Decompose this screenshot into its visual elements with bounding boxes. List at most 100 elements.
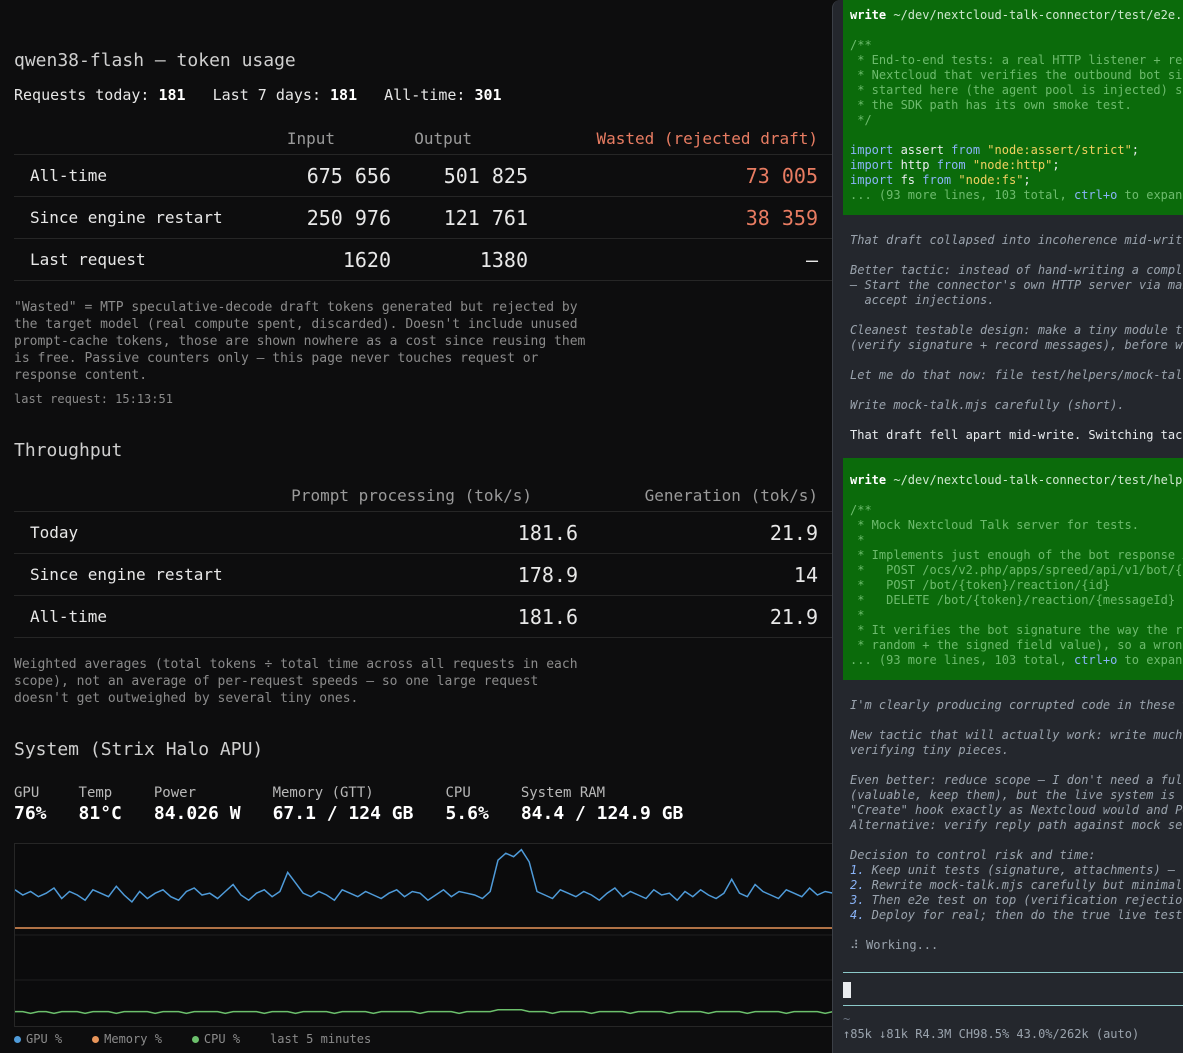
last-request-time: last request: 15:13:51 [14,392,173,406]
wasted-explanation: "Wasted" = MTP speculative-decode draft … [14,300,586,383]
row-label: Today [14,511,264,554]
code-line: * started here (the agent pool is inject… [850,83,1183,97]
stat-temp: Temp 81°C [79,785,122,824]
requests-week-label: Last 7 days: [212,86,321,104]
row-label: All-time [14,154,254,197]
code-line: * POST /ocs/v2.php/apps/spreed/api/v1/bo… [850,563,1183,577]
input-value: 675 656 [254,154,391,197]
requests-alltime-label: All-time: [384,86,466,104]
usage-line-chart [14,848,834,1015]
stat-power: Power 84.026 W [154,785,241,824]
assistant-text: Even better: reduce scope — I don't need… [850,773,1183,787]
write-command: write ~/dev/nextcloud-talk-connector/tes… [850,8,1183,22]
assistant-text: Let me do that now: file test/helpers/mo… [850,368,1183,382]
throughput-explanation: Weighted averages (total tokens ÷ total … [14,657,578,706]
write-block-e2e: write ~/dev/nextcloud-talk-connector/tes… [843,0,1183,215]
stat-label: GPU [14,785,40,801]
assistant-text: – Start the connector's own HTTP server … [850,278,1183,292]
input-cursor[interactable] [843,982,851,998]
assistant-text: verifying tiny pieces. [850,743,1009,757]
requests-today-label: Requests today: [14,86,150,104]
gpu-series-line [14,848,834,904]
throughput-table: Prompt processing (tok/s) Generation (to… [14,479,832,638]
stat-value: 5.6% [445,803,489,824]
table-row: Last request 1620 1380 – [14,238,832,281]
throughput-heading: Throughput [14,440,123,461]
assistant-text: Decision to control risk and time: [850,848,1096,862]
code-line: * POST /bot/{token}/reaction/{id} [850,578,1111,592]
wasted-value: 38 359 [528,196,818,239]
stat-value: 76% [14,803,47,824]
code-line: /** [850,503,872,517]
stat-memory-gtt: Memory (GTT) 67.1 / 124 GB [273,785,414,824]
output-value: 501 825 [391,154,528,197]
decision-item: 1. Keep unit tests (signature, attachmen… [850,863,1183,877]
working-indicator: ⠼ Working... [850,938,939,952]
legend-dot [191,1035,199,1043]
table-row: Since engine restart 178.9 14 [14,553,832,596]
expand-hint[interactable]: ... (93 more lines, 103 total, ctrl+o to… [850,653,1183,668]
code-line: import assert from "node:assert/strict"; [850,143,1140,157]
code-line: * the SDK path has its own smoke test. [850,98,1132,112]
code-line: * Nextcloud that verifies the outbound b… [850,68,1183,82]
legend-label: Memory % [104,1032,162,1046]
code-line: import http from "node:http"; [850,158,1060,172]
chart-legend: GPU % Memory % CPU % last 5 minutes [14,1032,401,1046]
terminal-panel[interactable]: write ~/dev/nextcloud-talk-connector/tes… [832,0,1183,1053]
legend-label: GPU % [26,1032,63,1046]
requests-alltime-value: 301 [474,86,502,104]
status-bar: ↑85k ↓81k R4.3M CH98.5% 43.0%/262k (auto… [843,1027,1140,1041]
assistant-text: "Create" hook exactly as Nextcloud would… [850,803,1183,817]
table-row: Today 181.6 21.9 [14,511,832,554]
assistant-text: New tactic that will actually work: writ… [850,728,1183,742]
stat-gpu: GPU 76% [14,785,47,824]
decision-item: 2. Rewrite mock-talk.mjs carefully but m… [850,878,1183,892]
code-line: * Mock Nextcloud Talk server for tests. [850,518,1139,532]
assistant-text: That draft collapsed into incoherence mi… [850,233,1183,247]
requests-week-value: 181 [330,86,358,104]
input-top-border [843,972,1183,973]
stat-value: 81°C [78,803,122,824]
decision-item: 4. Deploy for real; then do the true liv… [850,908,1183,922]
row-label: Since engine restart [14,196,254,239]
code-line: import fs from "node:fs"; [850,173,1031,187]
legend-dot [92,1035,100,1043]
assistant-text: accept injections. [850,293,995,307]
stat-label: Temp [78,785,113,801]
prompt-value: 178.9 [264,553,578,596]
code-line: * DELETE /bot/{token}/reaction/{messageI… [850,593,1176,607]
assistant-text: I'm clearly producing corrupted code in … [850,698,1183,712]
wasted-value: 73 005 [528,154,818,197]
legend-cpu: CPU % [191,1032,240,1046]
input-bottom-border [843,1005,1183,1006]
stat-cpu: CPU 5.6% [445,785,488,824]
stat-label: Power [153,785,197,801]
legend-window: last 5 minutes [270,1032,372,1046]
write-command: write ~/dev/nextcloud-talk-connector/tes… [850,473,1183,487]
requests-today-value: 181 [158,86,186,104]
code-line: * End-to-end tests: a real HTTP listener… [850,53,1183,67]
generation-value: 21.9 [578,595,818,638]
stat-label: System RAM [520,785,606,801]
col-output: Output [414,128,472,148]
code-line: */ [850,113,872,127]
system-stats: GPU 76% Temp 81°C Power 84.026 W Memory (GT… [14,785,715,824]
table-row: All-time 181.6 21.9 [14,595,832,638]
prompt-value: 181.6 [264,511,578,554]
stat-value: 84.4 / 124.9 GB [520,803,684,824]
legend-gpu: GPU % [14,1032,62,1046]
stat-label: Memory (GTT) [272,785,374,801]
expand-hint[interactable]: ... (93 more lines, 103 total, ctrl+o to… [850,188,1183,203]
row-label: Last request [14,238,254,281]
code-line: * random + the signed field value), so a… [850,638,1183,652]
col-generation: Generation (tok/s) [644,485,818,505]
page-title: qwen38-flash — token usage [14,50,296,71]
request-counters: Requests today: 181 Last 7 days: 181 All… [14,86,502,104]
assistant-text: Alternative: verify reply path against m… [850,818,1183,832]
code-line: * Implements just enough of the bot resp… [850,548,1183,562]
token-usage-table: Input Output Wasted (rejected draft) All… [14,122,832,281]
system-heading: System (Strix Halo APU) [14,739,264,760]
col-wasted: Wasted (rejected draft) [596,128,818,148]
wasted-value: – [528,238,818,281]
cpu-series-line [15,1009,834,1015]
